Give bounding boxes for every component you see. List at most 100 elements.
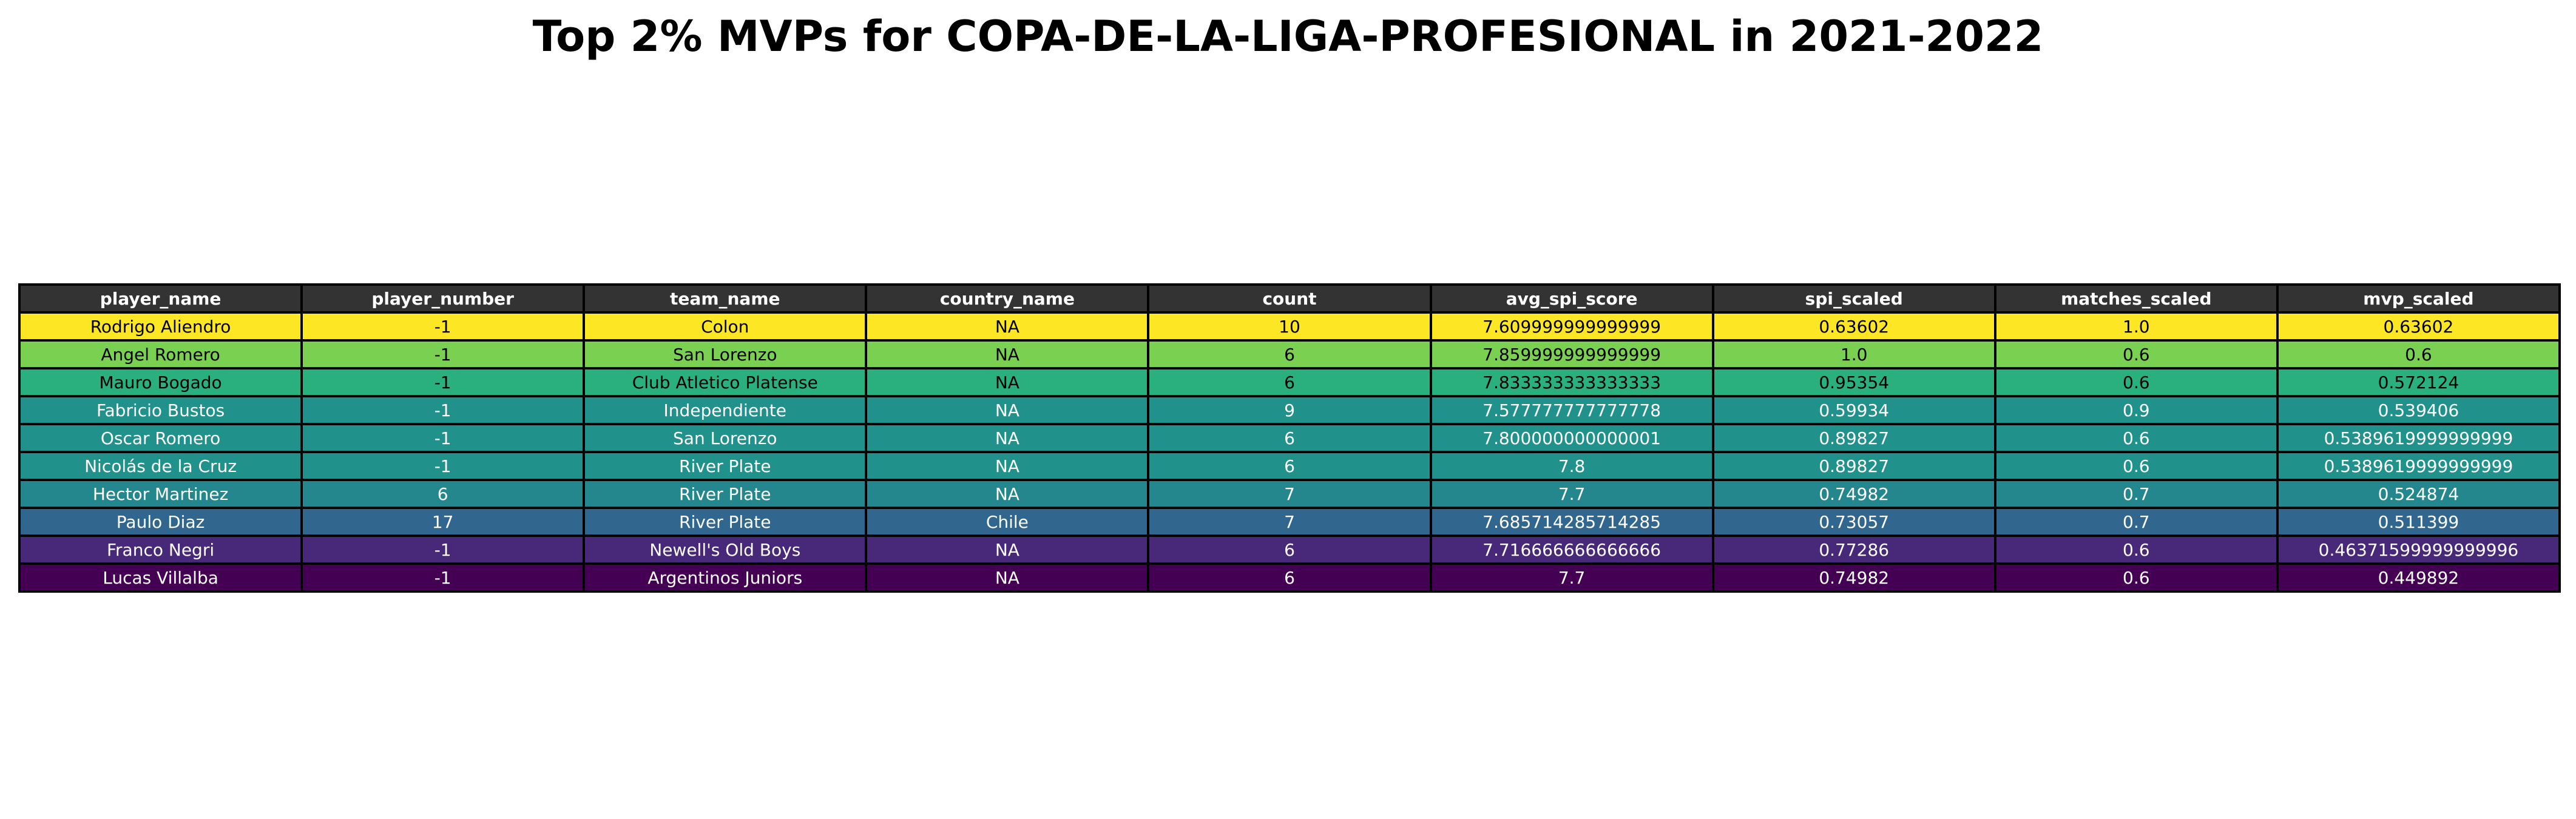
cell-spi-scaled: 0.89827	[1711, 451, 1996, 481]
cell-matches-scaled: 1.0	[1993, 311, 2279, 342]
column-header-count: count	[1147, 283, 1432, 314]
cell-country-name: NA	[865, 562, 1150, 593]
cell-player-name: Lucas Villalba	[18, 562, 303, 593]
column-header-spi-scaled: spi_scaled	[1711, 283, 1996, 314]
cell-player-number: -1	[300, 451, 586, 481]
cell-avg-spi-score: 7.833333333333333	[1429, 367, 1714, 397]
cell-team-name: Colon	[583, 311, 868, 342]
cell-count: 7	[1147, 479, 1432, 509]
cell-team-name: River Plate	[583, 479, 868, 509]
cell-player-name: Paulo Diaz	[18, 507, 303, 537]
cell-player-name: Angel Romero	[18, 339, 303, 369]
cell-team-name: River Plate	[583, 507, 868, 537]
table-row: Franco Negri -1 Newell's Old Boys NA 6 7.7166…	[18, 534, 2561, 565]
cell-player-number: -1	[300, 367, 586, 397]
cell-count: 6	[1147, 562, 1432, 593]
cell-matches-scaled: 0.9	[1993, 395, 2279, 425]
table-row: Rodrigo Aliendro -1 Colon NA 10 7.60999999999…	[18, 311, 2561, 342]
cell-matches-scaled: 0.6	[1993, 367, 2279, 397]
cell-spi-scaled: 0.74982	[1711, 479, 1996, 509]
cell-avg-spi-score: 7.685714285714285	[1429, 507, 1714, 537]
table-row: Oscar Romero -1 San Lorenzo NA 6 7.8000000000…	[18, 423, 2561, 453]
cell-avg-spi-score: 7.859999999999999	[1429, 339, 1714, 369]
table-row: Nicolás de la Cruz -1 River Plate NA 6 7.8 0.8…	[18, 451, 2561, 481]
cell-mvp-scaled: 0.63602	[2276, 311, 2561, 342]
cell-player-number: 6	[300, 479, 586, 509]
cell-country-name: NA	[865, 367, 1150, 397]
cell-player-number: -1	[300, 562, 586, 593]
column-header-matches-scaled: matches_scaled	[1993, 283, 2279, 314]
cell-count: 10	[1147, 311, 1432, 342]
cell-country-name: NA	[865, 423, 1150, 453]
cell-mvp-scaled: 0.449892	[2276, 562, 2561, 593]
cell-spi-scaled: 0.77286	[1711, 534, 1996, 565]
cell-matches-scaled: 0.6	[1993, 423, 2279, 453]
cell-country-name: NA	[865, 339, 1150, 369]
cell-mvp-scaled: 0.6	[2276, 339, 2561, 369]
cell-count: 6	[1147, 534, 1432, 565]
mvp-table: player_name player_number team_name country…	[18, 283, 2561, 593]
cell-count: 6	[1147, 367, 1432, 397]
cell-team-name: Independiente	[583, 395, 868, 425]
cell-avg-spi-score: 7.800000000000001	[1429, 423, 1714, 453]
chart-title: Top 2% MVPs for COPA-DE-LA-LIGA-PROFESIO…	[532, 12, 2044, 61]
cell-player-name: Oscar Romero	[18, 423, 303, 453]
cell-team-name: Newell's Old Boys	[583, 534, 868, 565]
cell-count: 7	[1147, 507, 1432, 537]
cell-spi-scaled: 0.73057	[1711, 507, 1996, 537]
table-row: Mauro Bogado -1 Club Atletico Platense NA 6 7…	[18, 367, 2561, 397]
cell-count: 6	[1147, 339, 1432, 369]
cell-team-name: Club Atletico Platense	[583, 367, 868, 397]
cell-player-number: 17	[300, 507, 586, 537]
cell-player-number: -1	[300, 423, 586, 453]
cell-player-name: Mauro Bogado	[18, 367, 303, 397]
table-row: Paulo Diaz 17 River Plate Chile 7 7.685714285…	[18, 507, 2561, 537]
cell-count: 6	[1147, 423, 1432, 453]
mvp-table-container: player_name player_number team_name country…	[18, 283, 2561, 593]
column-header-mvp-scaled: mvp_scaled	[2276, 283, 2561, 314]
table-body: Rodrigo Aliendro -1 Colon NA 10 7.60999999999…	[18, 311, 2561, 593]
cell-avg-spi-score: 7.609999999999999	[1429, 311, 1714, 342]
cell-avg-spi-score: 7.577777777777778	[1429, 395, 1714, 425]
cell-avg-spi-score: 7.7	[1429, 479, 1714, 509]
cell-player-name: Nicolás de la Cruz	[18, 451, 303, 481]
cell-country-name: NA	[865, 479, 1150, 509]
table-row: Hector Martinez 6 River Plate NA 7 7.7 0.74982…	[18, 479, 2561, 509]
cell-country-name: NA	[865, 534, 1150, 565]
cell-matches-scaled: 0.7	[1993, 507, 2279, 537]
cell-matches-scaled: 0.6	[1993, 451, 2279, 481]
cell-spi-scaled: 0.63602	[1711, 311, 1996, 342]
cell-player-name: Franco Negri	[18, 534, 303, 565]
cell-team-name: Argentinos Juniors	[583, 562, 868, 593]
cell-mvp-scaled: 0.524874	[2276, 479, 2561, 509]
cell-mvp-scaled: 0.5389619999999999	[2276, 451, 2561, 481]
cell-team-name: San Lorenzo	[583, 423, 868, 453]
cell-player-number: -1	[300, 534, 586, 565]
cell-player-name: Rodrigo Aliendro	[18, 311, 303, 342]
column-header-team-name: team_name	[583, 283, 868, 314]
table-header-row: player_name player_number team_name country…	[18, 283, 2561, 314]
cell-avg-spi-score: 7.8	[1429, 451, 1714, 481]
cell-country-name: NA	[865, 311, 1150, 342]
cell-player-number: -1	[300, 395, 586, 425]
cell-matches-scaled: 0.6	[1993, 534, 2279, 565]
cell-matches-scaled: 0.7	[1993, 479, 2279, 509]
column-header-player-name: player_name	[18, 283, 303, 314]
cell-avg-spi-score: 7.7	[1429, 562, 1714, 593]
cell-spi-scaled: 0.74982	[1711, 562, 1996, 593]
cell-mvp-scaled: 0.539406	[2276, 395, 2561, 425]
cell-spi-scaled: 1.0	[1711, 339, 1996, 369]
table-row: Fabricio Bustos -1 Independiente NA 9 7.57777…	[18, 395, 2561, 425]
cell-team-name: San Lorenzo	[583, 339, 868, 369]
cell-country-name: Chile	[865, 507, 1150, 537]
column-header-avg-spi-score: avg_spi_score	[1429, 283, 1714, 314]
cell-mvp-scaled: 0.511399	[2276, 507, 2561, 537]
cell-player-number: -1	[300, 339, 586, 369]
table-row: Lucas Villalba -1 Argentinos Juniors NA 6 7.7…	[18, 562, 2561, 593]
cell-matches-scaled: 0.6	[1993, 339, 2279, 369]
cell-country-name: NA	[865, 451, 1150, 481]
cell-team-name: River Plate	[583, 451, 868, 481]
cell-count: 9	[1147, 395, 1432, 425]
cell-spi-scaled: 0.59934	[1711, 395, 1996, 425]
table-row: Angel Romero -1 San Lorenzo NA 6 7.8599999999…	[18, 339, 2561, 369]
